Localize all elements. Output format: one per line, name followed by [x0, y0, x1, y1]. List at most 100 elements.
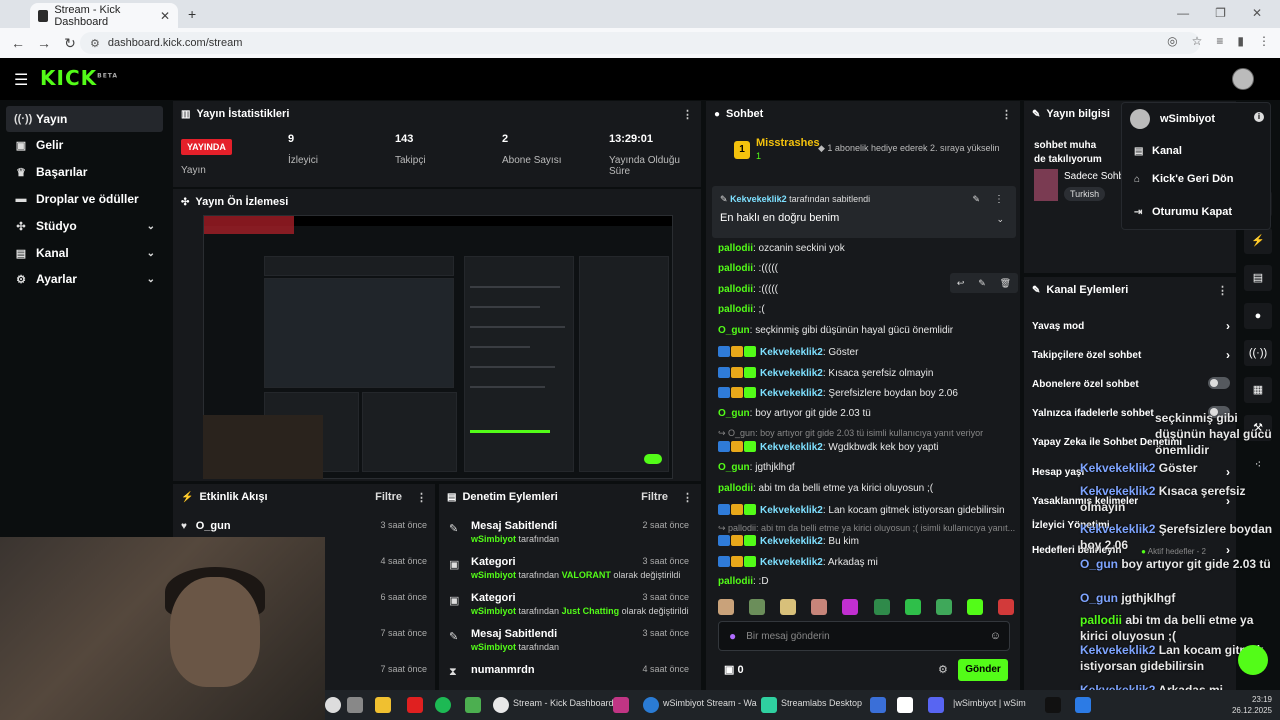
menu-icon[interactable]: ☰	[14, 70, 28, 90]
folder-icon[interactable]	[375, 697, 391, 713]
unpin-icon[interactable]: ✎	[972, 194, 980, 205]
chat-message[interactable]: pallodii: :(((((	[718, 284, 1014, 295]
site-info-icon[interactable]: ⚙	[90, 37, 100, 50]
chrome-icon[interactable]	[493, 697, 509, 713]
subscribers-only-row[interactable]: Abonelere özel sohbet	[1032, 377, 1230, 390]
back-icon[interactable]: ←	[10, 35, 26, 51]
emote-icon[interactable]	[997, 599, 1014, 615]
chat-message[interactable]: Kekvekeklik2: Lan kocam gitmek istiyorsa…	[718, 504, 1014, 516]
streamlabs-icon[interactable]	[761, 697, 777, 713]
emote-icon[interactable]	[904, 599, 921, 615]
discord-icon[interactable]	[928, 697, 944, 713]
chat-message[interactable]: O_gun: boy artıyor git gide 2.03 tü	[718, 408, 1014, 419]
maximize-icon[interactable]: ❐	[1215, 6, 1226, 20]
chat-message[interactable]: pallodii: ;(	[718, 304, 1014, 315]
filter-button[interactable]: Filtre	[375, 491, 402, 503]
browser-tab[interactable]: Stream - Kick Dashboard ✕	[30, 3, 178, 28]
followers-only-row[interactable]: Takipçilere özel sohbet ›	[1032, 348, 1230, 362]
app-icon[interactable]	[1075, 697, 1091, 713]
taskbar-app-stream[interactable]: wSimbiyot Stream - Wa	[663, 698, 757, 708]
event-row[interactable]: ♥ O_gun 3 saat önce	[181, 520, 427, 532]
dropdown-item-back-to-kick[interactable]: ⌂ Kick'e Geri Dön	[1134, 173, 1233, 185]
reload-icon[interactable]: ↻	[62, 35, 78, 52]
emote-icon[interactable]	[749, 599, 766, 615]
emote-icon[interactable]	[811, 599, 828, 615]
app-icon[interactable]	[897, 697, 913, 713]
pinned-message[interactable]: ✎ Kekvekeklik2 tarafından sabitlendi En …	[712, 186, 1016, 238]
chat-message[interactable]: ↪ O_gun: boy artıyor git gide 2.03 tü is…	[718, 428, 1014, 439]
emote-icon[interactable]	[718, 599, 734, 615]
sidebar-item-achievements[interactable]: ♛ Başarılar	[6, 159, 163, 185]
send-button[interactable]: Gönder	[958, 659, 1008, 681]
chat-message[interactable]: pallodii: ozcanin seckini yok	[718, 243, 1014, 254]
chat-message[interactable]: Kekvekeklik2: Wgdkbwdk kek boy yapti	[718, 441, 1014, 453]
sidebar-item-revenue[interactable]: ▣ Gelir	[6, 132, 163, 158]
outlook-icon[interactable]	[870, 697, 886, 713]
kick-logo[interactable]: KICKBETA	[40, 66, 118, 90]
forward-icon[interactable]: →	[36, 35, 52, 51]
emote-icon[interactable]	[780, 599, 797, 615]
spotify-icon[interactable]	[435, 697, 451, 713]
system-clock[interactable]: 23:19 26.12.2025	[1232, 694, 1272, 716]
chat-message[interactable]: O_gun: jgthjklhgf	[718, 462, 1014, 473]
sidebar-item-studio[interactable]: ✣ Stüdyo ⌄	[6, 213, 163, 239]
broadcast-icon[interactable]: ((·))	[1244, 340, 1272, 366]
windows-icon[interactable]	[325, 697, 341, 713]
taskbar-app-discord[interactable]: |wSimbiyot | wSim	[953, 698, 1026, 708]
eye-off-icon[interactable]: ◎	[1167, 34, 1177, 48]
chat-message[interactable]: pallodii: :D	[718, 576, 1014, 587]
info-icon[interactable]: i	[1254, 112, 1264, 122]
more-options-icon[interactable]: ⋮	[1001, 108, 1012, 121]
channel-points[interactable]: ▣ 0	[724, 663, 744, 676]
url-input[interactable]: ⚙ dashboard.kick.com/stream	[80, 32, 1200, 54]
filter-button[interactable]: Filtre	[641, 491, 668, 503]
sidebar-item-settings[interactable]: ⚙ Ayarlar ⌄	[6, 266, 163, 292]
reading-list-icon[interactable]: ≡	[1216, 34, 1223, 48]
more-options-icon[interactable]: ⋮	[994, 194, 1004, 205]
user-avatar[interactable]	[1232, 68, 1254, 90]
emote-icon[interactable]	[842, 599, 859, 615]
lightning-icon[interactable]: ⚡	[1244, 228, 1272, 254]
minimize-icon[interactable]: —	[1177, 6, 1189, 20]
chevron-down-icon[interactable]: ⌄	[996, 214, 1004, 225]
chat-message[interactable]: O_gun: seçkinmiş gibi düşünün hayal gücü…	[718, 325, 1014, 336]
dropdown-item-channel[interactable]: ▤ Kanal	[1134, 145, 1182, 157]
chat-message[interactable]: Kekvekeklik2: Göster	[718, 346, 1014, 358]
emoji-icon[interactable]: ☺	[990, 630, 1001, 642]
bookmark-star-icon[interactable]: ☆	[1192, 34, 1203, 48]
emote-icon[interactable]	[873, 599, 890, 615]
emote-icon[interactable]	[935, 599, 952, 615]
floating-action-button[interactable]	[1238, 645, 1268, 675]
chat-message[interactable]: pallodii: abi tm da belli etme ya kirici…	[718, 483, 1014, 494]
sidebar-item-channel[interactable]: ▤ Kanal ⌄	[6, 240, 163, 266]
more-options-icon[interactable]: ⋮	[682, 108, 693, 121]
chat-message[interactable]: Kekvekeklik2: Bu kim	[718, 535, 1014, 547]
browser-menu-icon[interactable]: ⋮	[1258, 34, 1270, 48]
chat-input[interactable]: ● Bir mesaj gönderin ☺	[718, 621, 1010, 651]
slow-mode-row[interactable]: Yavaş mod ›	[1032, 319, 1230, 333]
whatsapp-icon[interactable]	[465, 697, 481, 713]
chat-bubble-icon[interactable]: ●	[1244, 303, 1272, 329]
chat-message[interactable]: Kekvekeklik2: Kısaca şerefsiz olmayin	[718, 367, 1014, 379]
document-icon[interactable]: ▤	[1244, 265, 1272, 291]
gear-icon[interactable]: ⚙	[938, 663, 948, 676]
chat-message[interactable]: ↪ pallodii: abi tm da belli etme ya kiri…	[718, 523, 1015, 534]
youtube-icon[interactable]	[407, 697, 423, 713]
window-close-icon[interactable]: ✕	[1252, 6, 1262, 20]
instagram-icon[interactable]	[613, 697, 629, 713]
sidebar-item-stream[interactable]: ((·)) Yayın	[6, 106, 163, 132]
microphone-icon[interactable]: ●	[729, 629, 736, 643]
edge-icon[interactable]	[643, 697, 659, 713]
extension-icon[interactable]: ▮	[1237, 34, 1244, 48]
emote-icon[interactable]	[966, 599, 983, 615]
leaderboard-name[interactable]: Misstrashes	[756, 137, 820, 149]
chat-message[interactable]: Kekvekeklik2: Şerefsizlere boydan boy 2.…	[718, 387, 1014, 399]
sidebar-item-drops[interactable]: ▬ Droplar ve ödüller	[6, 186, 163, 212]
task-view-icon[interactable]	[347, 697, 363, 713]
more-options-icon[interactable]: ⋮	[682, 491, 693, 504]
taskbar-app-streamlabs[interactable]: Streamlabs Desktop	[781, 698, 862, 708]
more-options-icon[interactable]: ⋮	[416, 491, 427, 504]
more-options-icon[interactable]: ⋮	[1217, 284, 1228, 297]
chat-message[interactable]: pallodii: :(((((	[718, 263, 1014, 274]
tiktok-icon[interactable]	[1045, 697, 1061, 713]
